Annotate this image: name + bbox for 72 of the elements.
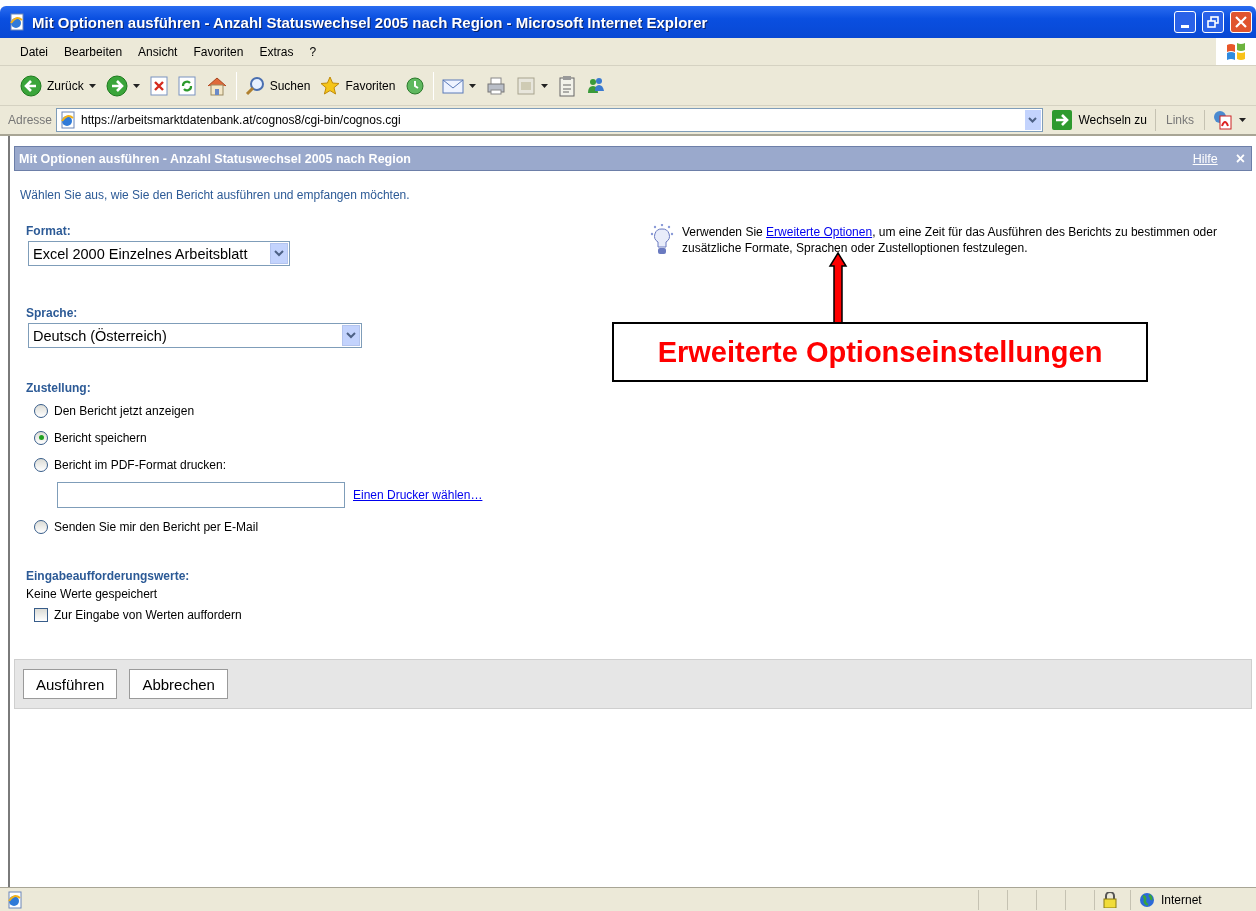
printer-icon xyxy=(486,75,507,96)
status-text: Keine Werte gespeichert xyxy=(26,587,159,601)
restore-icon xyxy=(1207,16,1219,28)
back-button[interactable]: Zurück xyxy=(16,72,100,99)
address-label: Adresse xyxy=(8,113,53,127)
stop-icon xyxy=(149,75,168,96)
annotation-callout: Erweiterte Optionseinstellungen xyxy=(612,322,1148,382)
page-status-icon xyxy=(6,890,24,909)
minimize-button[interactable] xyxy=(1174,11,1196,33)
star-icon xyxy=(320,75,341,96)
zone-label: Internet xyxy=(1161,892,1202,907)
people-icon xyxy=(586,75,607,96)
radio-label: Bericht speichern xyxy=(54,430,147,445)
lock-icon xyxy=(1103,891,1117,908)
dialog-title: Mit Optionen ausführen - Anzahl Statuswechsel 2005 nach Region xyxy=(19,151,412,166)
links-label[interactable]: Links xyxy=(1160,113,1200,127)
menu-item[interactable]: Datei xyxy=(12,42,56,61)
go-button[interactable]: Wechseln zu xyxy=(1046,109,1156,131)
dialog-button[interactable]: Ausführen xyxy=(23,669,118,699)
language-dropdown[interactable]: Deutsch (Österreich) xyxy=(28,323,362,348)
radio-label: Den Bericht jetzt anzeigen xyxy=(54,403,195,418)
chevron-down-icon xyxy=(1028,117,1037,123)
radio-button[interactable] xyxy=(34,457,48,472)
checkbox[interactable] xyxy=(34,607,48,622)
search-button[interactable]: Suchen xyxy=(240,73,315,98)
hint-text: Verwenden Sie Erweiterte Optionen, um eine Zeit für das Ausführen des Berichts zu bestimmen oder zusätzliche Formate, Sprachen oder Zustelloptionen festzulegen. xyxy=(682,224,1218,256)
radio-label: Senden Sie mir den Bericht per E-Mail xyxy=(54,519,259,534)
restore-button[interactable] xyxy=(1202,11,1224,33)
field-label: Format: xyxy=(26,224,72,238)
caret-icon xyxy=(1239,118,1246,122)
close-button[interactable] xyxy=(1230,11,1252,33)
menu-item[interactable]: Favoriten xyxy=(185,42,252,61)
checkbox-label: Zur Eingabe von Werten auffordern xyxy=(54,607,242,622)
radio-button[interactable] xyxy=(34,403,48,418)
document-icon xyxy=(516,75,537,96)
field-label: Eingabeaufforderungswerte: xyxy=(26,569,191,583)
address-field[interactable]: https://arbeitsmarktdatenbank.at/cognos8/cgi-bin/cognos.cgi xyxy=(56,108,1043,132)
menu-item[interactable]: Ansicht xyxy=(130,42,186,61)
chevron-down-icon xyxy=(346,332,356,339)
minimize-icon xyxy=(1181,24,1189,28)
history-icon xyxy=(405,75,426,96)
intro-text: Wählen Sie aus, wie Sie den Bericht ausführen und empfangen möchten. xyxy=(20,188,411,202)
format-dropdown[interactable]: Excel 2000 Einzelnes Arbeitsblatt xyxy=(28,241,290,266)
dialog-button[interactable]: Abbrechen xyxy=(129,669,228,699)
menu-item[interactable]: Extras xyxy=(251,42,302,61)
field-label: Zustellung: xyxy=(26,381,92,395)
pdf-document-icon xyxy=(1213,110,1233,130)
window-title: Mit Optionen ausführen - Anzahl Statuswechsel 2005 nach Region - Microsoft Internet Explorer xyxy=(32,13,709,31)
menu-item[interactable]: Bearbeiten xyxy=(56,42,131,61)
field-label: Sprache: xyxy=(26,306,79,320)
refresh-icon xyxy=(177,75,196,96)
globe-icon xyxy=(1139,891,1155,908)
page-icon xyxy=(59,111,78,129)
home-icon xyxy=(205,75,228,96)
close-icon xyxy=(1235,16,1247,28)
radio-button[interactable] xyxy=(34,519,48,534)
logo-icon xyxy=(1225,41,1247,62)
menu-item[interactable]: ? xyxy=(301,42,325,61)
printer-field[interactable] xyxy=(57,482,345,508)
choose-printer-link[interactable]: Einen Drucker wählen… xyxy=(353,488,483,502)
caret-icon xyxy=(541,83,549,88)
radio-label: Bericht im PDF-Format drucken: xyxy=(54,457,227,472)
caret-icon xyxy=(132,83,140,88)
radio-button[interactable] xyxy=(34,430,48,445)
mail-icon xyxy=(442,76,465,95)
search-icon xyxy=(244,75,265,96)
favorites-button[interactable]: Favoriten xyxy=(316,73,400,98)
chevron-down-icon xyxy=(274,250,284,257)
notepad-icon xyxy=(558,74,577,97)
caret-icon xyxy=(469,83,477,88)
browser-page-icon xyxy=(8,13,26,31)
caret-icon xyxy=(88,83,96,88)
